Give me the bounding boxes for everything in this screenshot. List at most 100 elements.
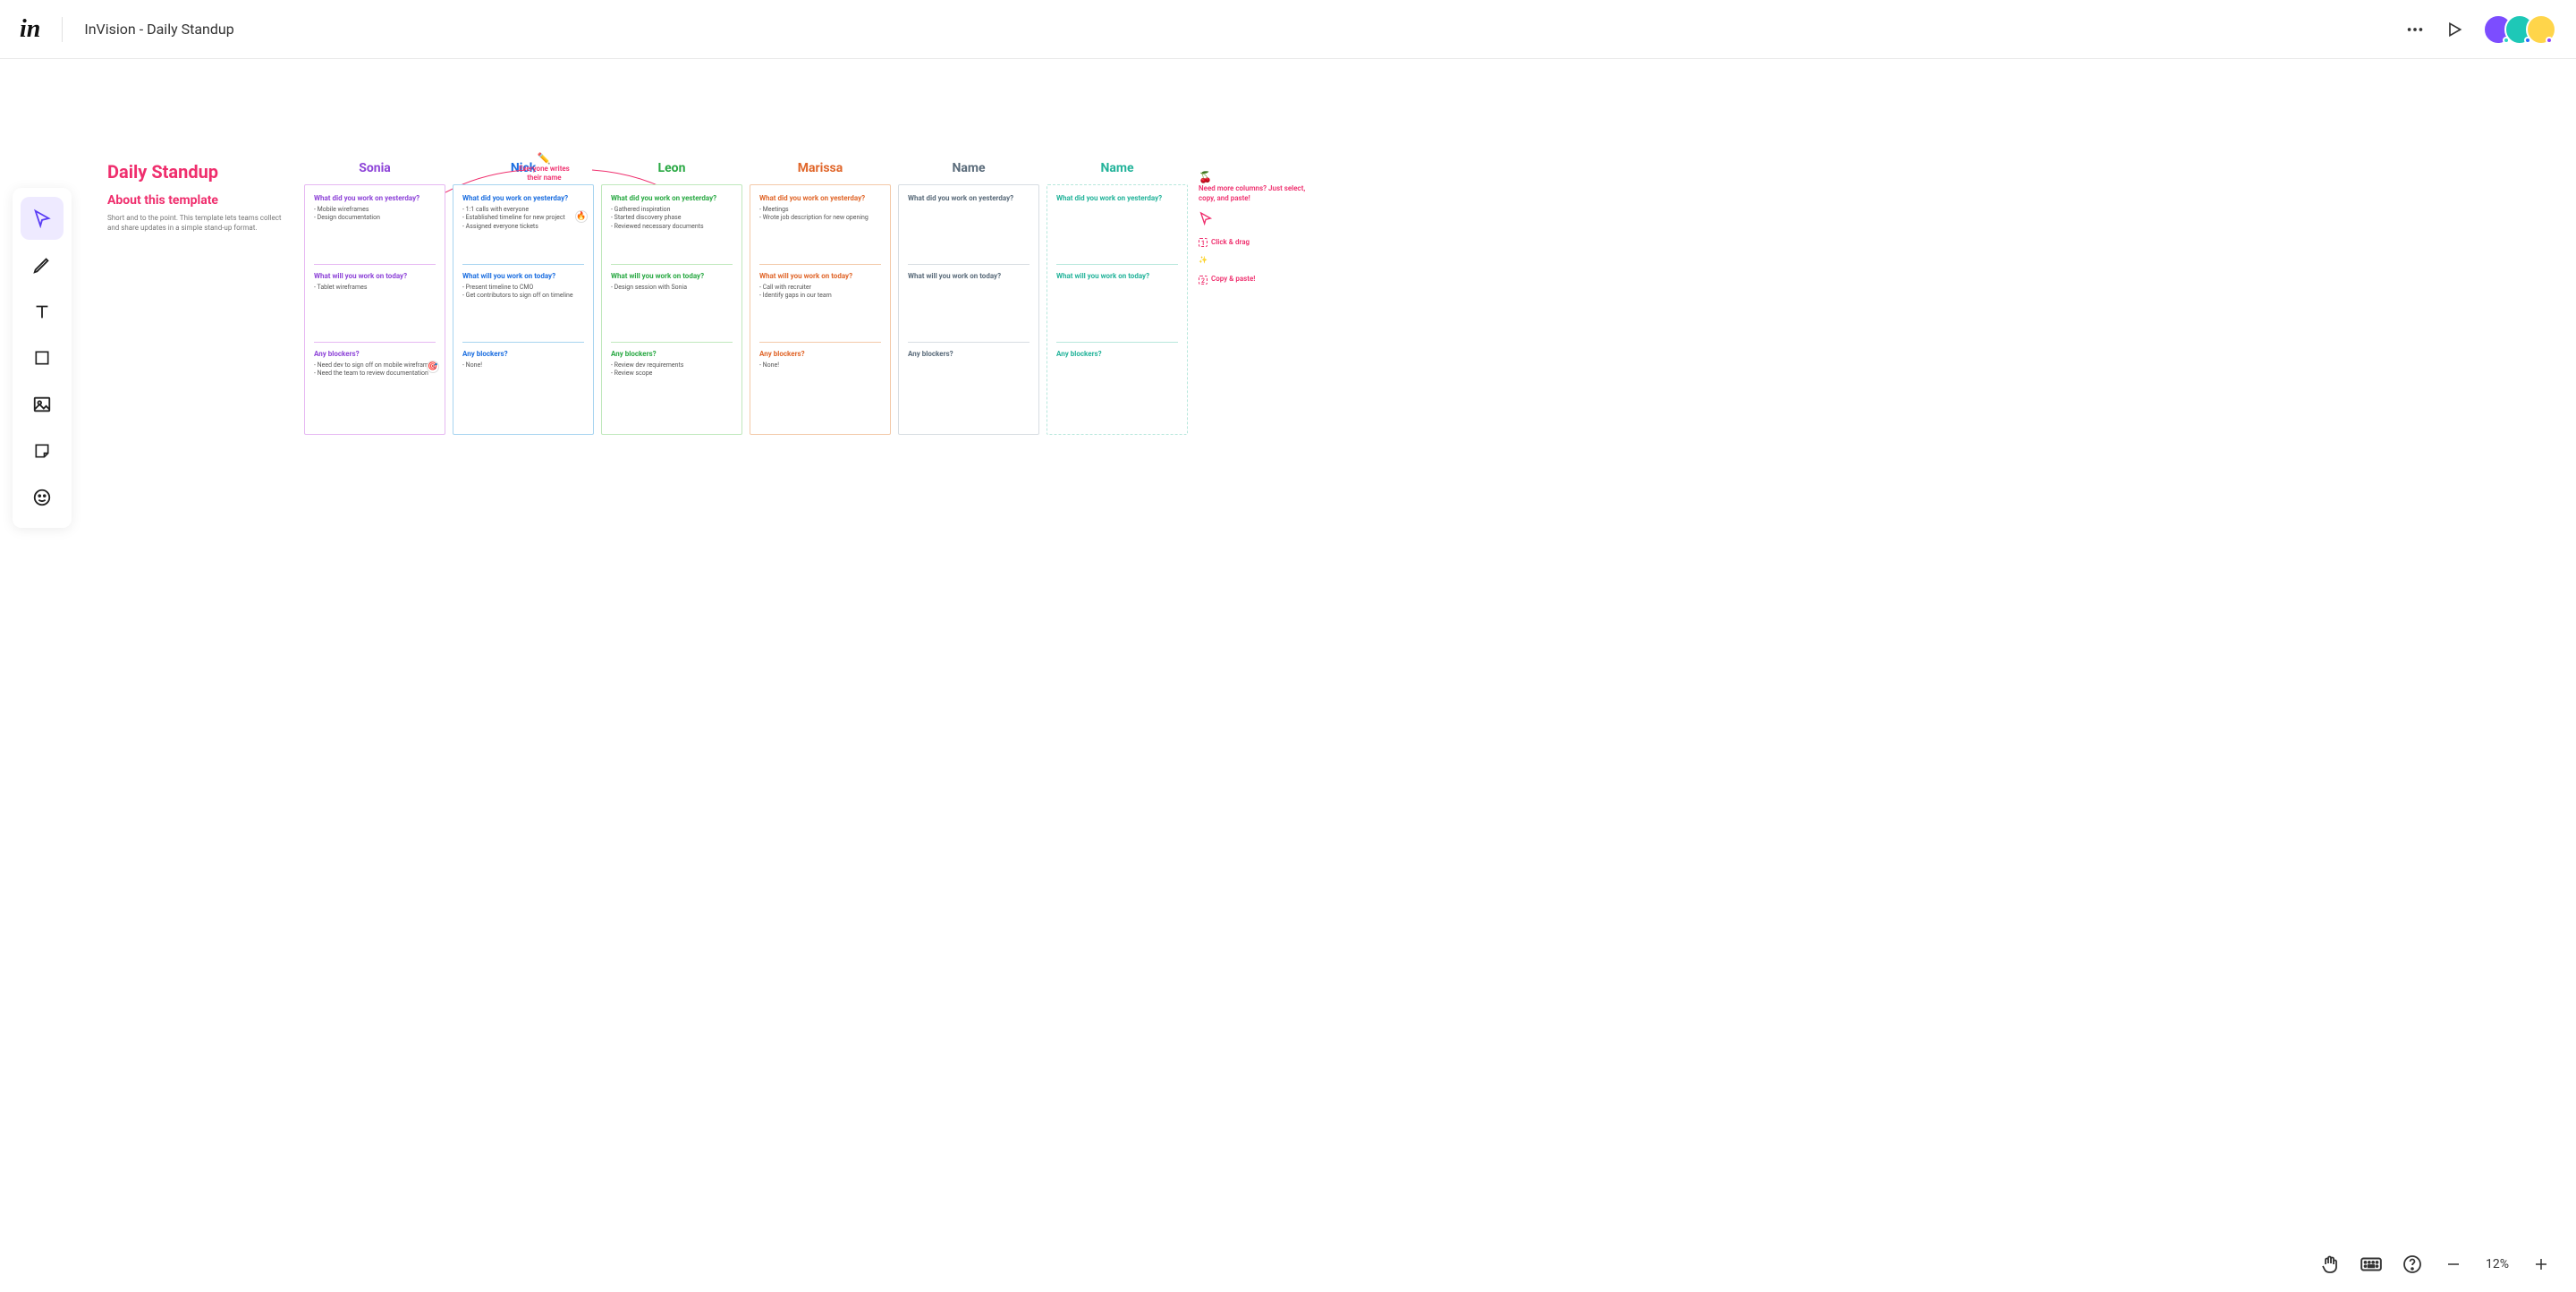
section-title-blockers: Any blockers? xyxy=(462,350,584,358)
section-title-yesterday: What did you work on yesterday? xyxy=(759,194,881,202)
board-title: Daily Standup xyxy=(107,161,286,183)
standup-column[interactable]: NameWhat did you work on yesterday?What … xyxy=(898,161,1039,435)
list-item[interactable]: 1:1 calls with everyone xyxy=(462,206,584,214)
column-card[interactable]: What did you work on yesterday?Mobile wi… xyxy=(304,184,445,435)
pencil-tool[interactable] xyxy=(21,243,64,286)
section-title-yesterday: What did you work on yesterday? xyxy=(462,194,584,202)
section-title-blockers: Any blockers? xyxy=(908,350,1030,358)
column-name[interactable]: Marissa xyxy=(750,161,891,175)
section-title-today: What will you work on today? xyxy=(314,272,436,280)
avatar-3[interactable] xyxy=(2526,14,2556,45)
section-title-yesterday: What did you work on yesterday? xyxy=(908,194,1030,202)
tip-step-1-num: 1 xyxy=(1199,238,1208,247)
tip-step-1-label: Click & drag xyxy=(1211,238,1250,248)
list-item[interactable]: Review scope xyxy=(611,370,733,378)
emoji-tool[interactable] xyxy=(21,476,64,519)
list-item[interactable]: Review dev requirements xyxy=(611,361,733,370)
column-name[interactable]: Name xyxy=(898,161,1039,175)
column-card[interactable]: What did you work on yesterday? 1:1 calls… xyxy=(453,184,594,435)
list-item[interactable]: Design session with Sonia xyxy=(611,284,733,292)
section-title-today: What will you work on today? xyxy=(759,272,881,280)
shape-tool[interactable] xyxy=(21,336,64,379)
pointer-tool[interactable] xyxy=(21,197,64,240)
list-item[interactable]: Assigned everyone tickets xyxy=(462,223,584,231)
section-items-yesterday[interactable]: MeetingsWrote job description for new op… xyxy=(759,206,881,223)
tip-step-2-num: 2 xyxy=(1199,276,1208,285)
top-bar: in InVision - Daily Standup xyxy=(0,0,2576,59)
list-item[interactable]: Tablet wireframes xyxy=(314,284,436,292)
column-card[interactable]: What did you work on yesterday?MeetingsW… xyxy=(750,184,891,435)
zoom-in-button[interactable] xyxy=(2529,1253,2553,1276)
list-item[interactable]: Reviewed necessary documents xyxy=(611,223,733,231)
list-item[interactable]: None! xyxy=(462,361,584,370)
section-items-yesterday[interactable]: 1:1 calls with everyoneEstablished timel… xyxy=(462,206,584,231)
list-item[interactable]: Need the team to review documentation xyxy=(314,370,436,378)
section-title-yesterday: What did you work on yesterday? xyxy=(1056,194,1178,202)
section-items-blockers[interactable]: None! xyxy=(759,361,881,370)
list-item[interactable]: Wrote job description for new opening xyxy=(759,214,881,222)
present-mode-icon[interactable] xyxy=(2444,19,2465,40)
section-items-blockers[interactable]: Review dev requirementsReview scope xyxy=(611,361,733,378)
section-items-yesterday[interactable]: Mobile wireframesDesign documentation xyxy=(314,206,436,223)
list-item[interactable]: Need dev to sign off on mobile wireframe… xyxy=(314,361,436,370)
keyboard-shortcuts-icon[interactable] xyxy=(2360,1253,2383,1276)
section-items-today[interactable]: Present timeline to CMOGet contributors … xyxy=(462,284,584,301)
hand-pan-icon[interactable] xyxy=(2318,1253,2342,1276)
left-toolbar xyxy=(13,188,72,528)
zoom-level[interactable]: 12% xyxy=(2479,1257,2515,1271)
tips-heading: Need more columns? Just select, copy, an… xyxy=(1199,184,1315,204)
section-title-today: What will you work on today? xyxy=(611,272,733,280)
list-item[interactable]: Identify gaps in our team xyxy=(759,292,881,300)
reaction-badge[interactable]: 🔥 xyxy=(575,210,588,223)
section-items-blockers[interactable]: None! xyxy=(462,361,584,370)
list-item[interactable]: Gathered inspiration xyxy=(611,206,733,214)
intro-panel: Daily Standup About this template Short … xyxy=(107,161,286,233)
section-items-today[interactable]: Design session with Sonia xyxy=(611,284,733,292)
standup-column[interactable]: SoniaWhat did you work on yesterday?Mobi… xyxy=(304,161,445,435)
standup-column[interactable]: LeonWhat did you work on yesterday?Gathe… xyxy=(601,161,742,435)
standup-column[interactable]: Marissa What did you work on yesterday? Me… xyxy=(750,161,891,435)
reaction-badge[interactable]: 🎯 xyxy=(427,361,439,373)
tips-panel: 🍒 Need more columns? Just select, copy, … xyxy=(1199,161,1315,285)
board-subtitle: About this template xyxy=(107,193,286,208)
section-items-today[interactable]: Tablet wireframes xyxy=(314,284,436,292)
list-item[interactable]: Present timeline to CMO xyxy=(462,284,584,292)
bottom-controls: 12% xyxy=(2318,1253,2553,1276)
topbar-divider xyxy=(62,17,63,42)
section-title-today: What will you work on today? xyxy=(1056,272,1178,280)
section-title-today: What will you work on today? xyxy=(462,272,584,280)
section-items-blockers[interactable]: Need dev to sign off on mobile wireframe… xyxy=(314,361,436,378)
invision-logo: in xyxy=(20,15,40,44)
standup-column[interactable]: NickWhat did you work on yesterday?1:1 c… xyxy=(453,161,594,435)
column-card[interactable]: What did you work on yesterday? What will… xyxy=(898,184,1039,435)
zoom-controls: 12% xyxy=(2442,1253,2553,1276)
standup-column[interactable]: NameWhat did you work on yesterday?What … xyxy=(1046,161,1188,435)
sparkle-icon: ✨ xyxy=(1199,256,1208,266)
list-item[interactable]: Get contributors to sign off on timeline xyxy=(462,292,584,300)
list-item[interactable]: Meetings xyxy=(759,206,881,214)
board-description: Short and to the point. This template le… xyxy=(107,213,286,233)
section-items-yesterday[interactable]: Gathered inspirationStarted discovery ph… xyxy=(611,206,733,231)
help-icon[interactable] xyxy=(2401,1253,2424,1276)
board-canvas[interactable]: ✏️ Everyone writes their name Daily Stan… xyxy=(107,161,2558,435)
column-name[interactable]: Name xyxy=(1046,161,1188,175)
image-tool[interactable] xyxy=(21,383,64,426)
list-item[interactable]: Call with recruiter xyxy=(759,284,881,292)
text-tool[interactable] xyxy=(21,290,64,333)
avatar-stack[interactable] xyxy=(2483,14,2556,45)
list-item[interactable]: Started discovery phase xyxy=(611,214,733,222)
list-item[interactable]: None! xyxy=(759,361,881,370)
zoom-out-button[interactable] xyxy=(2442,1253,2465,1276)
list-item[interactable]: Mobile wireframes xyxy=(314,206,436,214)
sticky-tool[interactable] xyxy=(21,429,64,472)
section-title-today: What will you work on today? xyxy=(908,272,1030,280)
list-item[interactable]: Established timeline for new project xyxy=(462,214,584,222)
document-title[interactable]: InVision - Daily Standup xyxy=(84,21,233,38)
section-title-blockers: Any blockers? xyxy=(759,350,881,358)
section-title-yesterday: What did you work on yesterday? xyxy=(611,194,733,202)
column-card[interactable]: What did you work on yesterday? What will… xyxy=(1046,184,1188,435)
list-item[interactable]: Design documentation xyxy=(314,214,436,222)
column-card[interactable]: What did you work on yesterday? Gathered … xyxy=(601,184,742,435)
more-menu-icon[interactable] xyxy=(2404,19,2426,40)
section-items-today[interactable]: Call with recruiterIdentify gaps in our … xyxy=(759,284,881,301)
